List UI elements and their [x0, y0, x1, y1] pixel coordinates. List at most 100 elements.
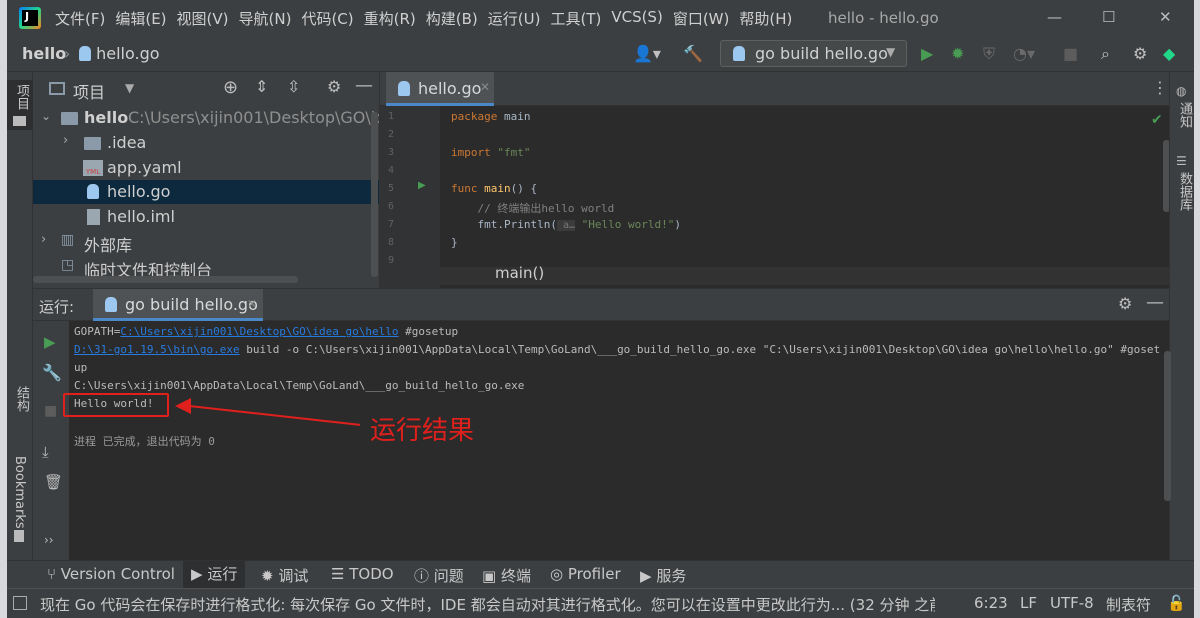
notifications-label: 通知 [1177, 102, 1192, 128]
tool-label: 问题 [433, 567, 464, 585]
tree-item-idea[interactable]: › .idea [33, 131, 379, 155]
vertical-scrollbar[interactable] [371, 112, 378, 277]
menu-tools[interactable]: 工具(T) [550, 8, 601, 29]
stop-icon[interactable]: ■ [1063, 44, 1078, 63]
console-link[interactable]: C:\Users\xijin001\Desktop\GO\idea go\hel… [120, 325, 398, 338]
tool-todo[interactable]: ☰ TODO [331, 565, 394, 583]
indent-setting[interactable]: 制表符 [1106, 594, 1151, 615]
tool-terminal[interactable]: ▣ 终端 [482, 565, 531, 586]
breadcrumb-function[interactable]: main() [495, 264, 544, 282]
iml-file-icon [87, 209, 100, 225]
menu-file[interactable]: 文件(F) [55, 8, 105, 29]
expand-all-icon[interactable]: ⇕ [255, 77, 268, 96]
menu-edit[interactable]: 编辑(E) [115, 8, 166, 29]
file-encoding[interactable]: UTF-8 [1050, 594, 1094, 612]
line-separator[interactable]: LF [1020, 594, 1037, 612]
database-stripe-button[interactable]: ☰ 数据库 [1170, 152, 1194, 222]
tree-item-hello-go[interactable]: hello.go [33, 180, 379, 204]
menu-window[interactable]: 窗口(W) [673, 8, 730, 29]
stop-icon[interactable]: ■ [44, 403, 57, 419]
gear-icon[interactable]: ⚙ [327, 77, 341, 96]
collapse-all-icon[interactable]: ⇳ [287, 77, 300, 96]
caret-position[interactable]: 6:23 [974, 594, 1008, 612]
horizontal-scrollbar[interactable] [33, 276, 298, 283]
toggle-tool-windows-icon[interactable] [13, 596, 27, 610]
yaml-file-icon: YML [83, 160, 103, 176]
gear-icon[interactable]: ⚙ [1133, 44, 1147, 63]
scroll-to-end-icon[interactable]: ⤓ [42, 443, 49, 461]
chevron-down-icon[interactable]: ▼ [125, 81, 134, 95]
tool-run[interactable]: ▶ 运行 [183, 561, 246, 589]
close-icon[interactable]: ✕ [1159, 8, 1172, 26]
console-line: C:\Users\xijin001\AppData\Local\Temp\GoL… [74, 379, 525, 392]
console-scrollbar[interactable] [1164, 351, 1171, 501]
run-config-select[interactable]: go build hello.go ▼ [720, 40, 907, 67]
editor-tab-hello-go[interactable]: hello.go ✕ [386, 72, 494, 106]
project-stripe-button[interactable]: 项目 [7, 80, 33, 130]
locate-icon[interactable]: ⊕ [223, 77, 238, 98]
console-link[interactable]: D:\31-go1.19.5\bin\go.exe [74, 343, 240, 356]
tree-item-external-libraries[interactable]: › ▥ 外部库 [33, 230, 379, 255]
bookmarks-stripe-button[interactable]: Bookmarks [7, 452, 33, 552]
menu-build[interactable]: 构建(B) [426, 8, 478, 29]
more-actions-icon[interactable]: ⋮ [1152, 78, 1168, 97]
tool-services[interactable]: ▶ 服务 [640, 565, 686, 586]
breadcrumb-file[interactable]: hello.go [79, 44, 160, 63]
project-panel-title[interactable]: 项目 [73, 79, 105, 103]
chevron-down-icon[interactable]: ⌄ [41, 109, 51, 123]
menu-vcs[interactable]: VCS(S) [611, 8, 662, 29]
code-line-5: func main() { [451, 182, 537, 195]
code-with-me-icon[interactable]: ◆ [1163, 44, 1175, 63]
structure-stripe-button[interactable]: 结构 [7, 382, 33, 432]
hide-panel-icon[interactable]: — [1146, 292, 1164, 313]
hide-panel-icon[interactable]: — [355, 75, 373, 96]
code-token: "Hello world!" [575, 218, 675, 231]
tree-item-hello-iml[interactable]: hello.iml [33, 205, 379, 229]
run-gutter-icon[interactable]: ▶ [418, 180, 426, 191]
tree-item-app-yaml[interactable]: YML app.yaml [33, 156, 379, 180]
coverage-icon[interactable]: ⛨ [983, 44, 995, 64]
line-number: 2 [388, 129, 395, 140]
tool-version-control[interactable]: ⑂ Version Control [47, 565, 175, 583]
run-tab-go-build[interactable]: go build hello.go ✕ [93, 289, 263, 321]
user-icon[interactable]: 👤▾ [633, 44, 661, 63]
code-line-3: import "fmt" [451, 146, 531, 159]
menu-refactor[interactable]: 重构(R) [364, 8, 416, 29]
chevron-right-icon[interactable]: › [63, 133, 68, 148]
database-icon: ☰ [1176, 154, 1187, 168]
breadcrumb-project[interactable]: hello [22, 44, 66, 63]
close-tab-icon[interactable]: ✕ [247, 297, 257, 311]
tool-profiler[interactable]: ◎ Profiler [550, 565, 621, 583]
search-icon[interactable]: ⌕ [1101, 44, 1110, 64]
debug-icon[interactable]: ✹ [951, 44, 964, 63]
menu-navigate[interactable]: 导航(N) [239, 8, 292, 29]
trash-icon[interactable]: 🗑 [44, 473, 63, 491]
menu-run[interactable]: 运行(U) [488, 8, 541, 29]
build-hammer-icon[interactable]: 🔨 [683, 44, 703, 63]
status-message[interactable]: 现在 Go 代码会在保存时进行格式化: 每次保存 Go 文件时，IDE 都会自动… [40, 594, 935, 615]
menu-view[interactable]: 视图(V) [177, 8, 229, 29]
tool-debug[interactable]: ✹ 调试 [261, 565, 308, 586]
tool-problems[interactable]: ⓘ 问题 [414, 565, 464, 586]
run-icon[interactable]: ▶ [921, 44, 933, 63]
tool-label: TODO [349, 565, 394, 583]
chevron-right-icon[interactable]: › [41, 232, 46, 247]
profile-icon[interactable]: ◔▾ [1013, 44, 1035, 63]
close-tab-icon[interactable]: ✕ [480, 80, 490, 94]
tree-item-hello[interactable]: ⌄ hello C:\Users\xijin001\Desktop\GO\ide… [33, 106, 405, 130]
code-line-8: } [451, 236, 458, 249]
yaml-badge: YML [85, 168, 101, 176]
more-icon[interactable]: ›› [44, 533, 54, 547]
lock-icon[interactable]: 🔓 [1167, 594, 1186, 612]
rerun-icon[interactable]: ▶ [44, 333, 56, 351]
menu-help[interactable]: 帮助(H) [739, 8, 792, 29]
maximize-icon[interactable]: ☐ [1102, 8, 1115, 26]
tool-label: Version Control [60, 565, 175, 583]
notifications-stripe-button[interactable]: ◍ 通知 [1170, 82, 1194, 142]
wrench-icon[interactable]: 🔧 [42, 363, 62, 382]
tool-label: 服务 [656, 567, 687, 585]
gear-icon[interactable]: ⚙ [1118, 294, 1132, 313]
menu-code[interactable]: 代码(C) [301, 8, 353, 29]
go-file-icon [398, 81, 410, 96]
minimize-icon[interactable]: — [1047, 8, 1062, 26]
